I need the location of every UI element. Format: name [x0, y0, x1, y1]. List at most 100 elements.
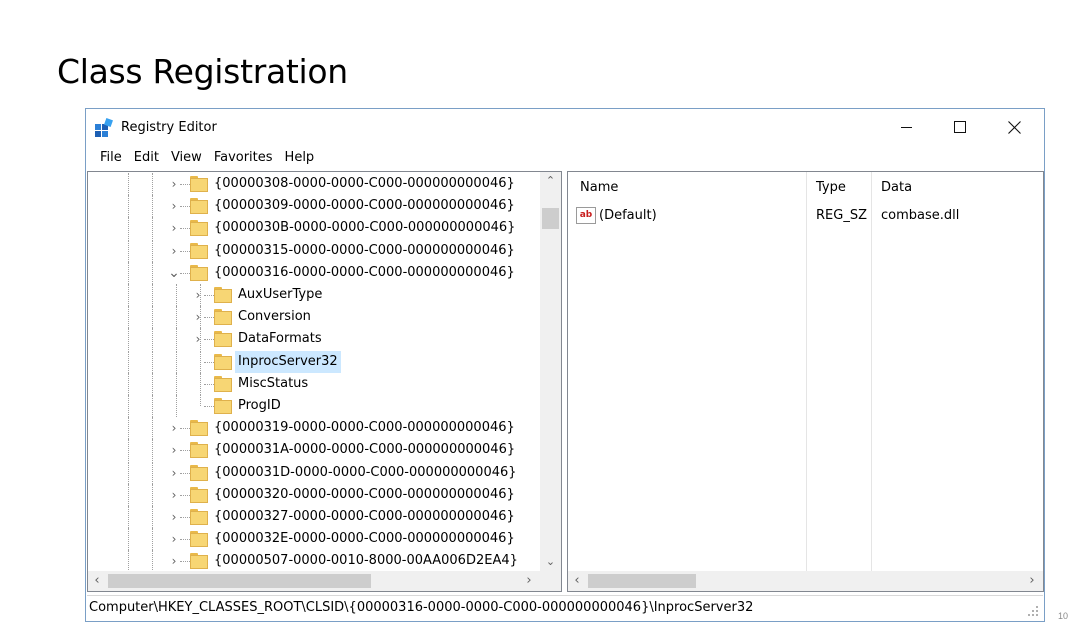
- tree-item-label: ProgID: [238, 398, 281, 413]
- folder-icon: [190, 176, 208, 192]
- menu-view[interactable]: View: [165, 147, 208, 169]
- scroll-left-icon[interactable]: ‹: [568, 571, 586, 591]
- value-name: (Default): [599, 208, 657, 223]
- tree-item[interactable]: › {00000327-0000-0000-C000-000000000046}: [88, 506, 540, 528]
- scroll-corner: [540, 571, 561, 591]
- tree-item-label: AuxUserType: [238, 287, 323, 302]
- tree-item[interactable]: › DataFormats: [88, 328, 540, 351]
- chevron-right-icon[interactable]: ›: [168, 221, 180, 235]
- chevron-right-icon[interactable]: ›: [192, 288, 204, 302]
- folder-icon: [190, 509, 208, 525]
- tree-item[interactable]: › AuxUserType: [88, 284, 540, 306]
- folder-icon: [190, 220, 208, 237]
- chevron-right-icon[interactable]: ›: [192, 332, 204, 346]
- title-bar[interactable]: Registry Editor: [86, 109, 1044, 147]
- column-divider: [871, 172, 872, 571]
- values-horizontal-scrollbar[interactable]: ‹ ›: [568, 571, 1043, 591]
- tree-item[interactable]: InprocServer32: [88, 350, 540, 373]
- tree-item[interactable]: ProgID: [88, 395, 540, 417]
- folder-icon: [190, 442, 208, 459]
- scroll-right-icon[interactable]: ›: [1023, 571, 1041, 591]
- status-bar: Computer\HKEY_CLASSES_ROOT\CLSID\{000003…: [87, 595, 1043, 621]
- close-button[interactable]: [991, 109, 1037, 145]
- tree-item[interactable]: › {0000032E-0000-0000-C000-000000000046}: [88, 528, 540, 551]
- string-value-icon: ab: [576, 207, 596, 224]
- tree-item[interactable]: › {0000031A-0000-0000-C000-000000000046}: [88, 439, 540, 462]
- chevron-right-icon[interactable]: ›: [168, 510, 180, 524]
- column-header-name[interactable]: Name: [580, 180, 618, 200]
- window-title: Registry Editor: [121, 120, 217, 135]
- menu-file[interactable]: File: [94, 147, 128, 169]
- key-tree-pane[interactable]: › {00000308-0000-0000-C000-000000000046} ›…: [87, 171, 562, 592]
- scroll-left-icon[interactable]: ‹: [88, 571, 106, 591]
- values-hscroll-thumb[interactable]: [588, 574, 696, 588]
- tree-item[interactable]: ⌄ {00000316-0000-0000-C000-000000000046}: [88, 261, 540, 284]
- tree-vertical-scrollbar[interactable]: ⌃ ⌄: [540, 172, 561, 571]
- folder-icon: [190, 264, 208, 281]
- registry-editor-window: Registry Editor File Edit View Favorites…: [85, 108, 1045, 622]
- chevron-right-icon[interactable]: ›: [168, 488, 180, 502]
- tree-item-label: {00000319-0000-0000-C000-000000000046}: [214, 420, 515, 436]
- folder-icon: [190, 464, 208, 481]
- tree-item[interactable]: › {00000319-0000-0000-C000-000000000046}: [88, 417, 540, 440]
- value-row[interactable]: ab (Default) REG_SZ combase.dll: [568, 206, 1043, 226]
- tree-item-label: {00000320-0000-0000-C000-000000000046}: [214, 486, 515, 502]
- close-icon: [1007, 120, 1021, 134]
- tree-item-label: InprocServer32: [235, 350, 341, 373]
- chevron-right-icon[interactable]: ›: [168, 244, 180, 258]
- tree-item-label: Conversion: [238, 309, 311, 325]
- tree-item[interactable]: › {00000320-0000-0000-C000-000000000046}: [88, 483, 540, 506]
- folder-icon: [190, 531, 208, 548]
- chevron-right-icon[interactable]: ›: [192, 310, 204, 324]
- maximize-button[interactable]: [937, 109, 983, 145]
- scroll-down-icon[interactable]: ⌄: [540, 553, 561, 570]
- chevron-right-icon[interactable]: ›: [168, 532, 180, 546]
- tree-item-label: MiscStatus: [238, 375, 309, 391]
- chevron-right-icon[interactable]: ›: [168, 177, 180, 191]
- tree-vscroll-thumb[interactable]: [542, 208, 559, 229]
- folder-icon: [214, 375, 232, 392]
- column-header-data[interactable]: Data: [881, 180, 912, 200]
- tree-item-label: {0000031A-0000-0000-C000-000000000046}: [214, 442, 516, 458]
- menu-edit[interactable]: Edit: [128, 147, 165, 169]
- folder-icon: [214, 353, 232, 370]
- tree-item[interactable]: › {00000315-0000-0000-C000-000000000046}: [88, 239, 540, 262]
- tree-item[interactable]: › {00000308-0000-0000-C000-000000000046}: [88, 173, 540, 195]
- chevron-down-icon[interactable]: ⌄: [168, 266, 180, 280]
- resize-grip-icon[interactable]: [1027, 606, 1039, 618]
- tree-item[interactable]: MiscStatus: [88, 372, 540, 395]
- scroll-up-icon[interactable]: ⌃: [540, 172, 561, 189]
- tree-hscroll-thumb[interactable]: [108, 574, 371, 588]
- column-header-type[interactable]: Type: [816, 180, 846, 200]
- menu-help[interactable]: Help: [279, 147, 321, 169]
- chevron-right-icon[interactable]: ›: [168, 199, 180, 213]
- folder-icon: [190, 242, 208, 259]
- folder-icon: [190, 198, 208, 215]
- tree-item-label: {00000507-0000-0010-8000-00AA006D2EA4}: [214, 553, 518, 569]
- folder-icon: [190, 486, 208, 503]
- tree-item-label: {0000031D-0000-0000-C000-000000000046}: [214, 464, 517, 480]
- tree-item[interactable]: › Conversion: [88, 306, 540, 329]
- menu-favorites[interactable]: Favorites: [208, 147, 279, 169]
- chevron-right-icon[interactable]: ›: [168, 554, 180, 568]
- chevron-right-icon[interactable]: ›: [168, 443, 180, 457]
- tree-item[interactable]: › {00000309-0000-0000-C000-000000000046}: [88, 195, 540, 218]
- registry-editor-icon[interactable]: [95, 118, 113, 137]
- current-key-path[interactable]: Computer\HKEY_CLASSES_ROOT\CLSID\{000003…: [89, 600, 753, 615]
- minimize-button[interactable]: [883, 109, 929, 145]
- tree-horizontal-scrollbar[interactable]: ‹ ›: [88, 571, 540, 591]
- chevron-right-icon[interactable]: ›: [168, 421, 180, 435]
- slide-number: 10: [1058, 611, 1069, 621]
- tree-item-label: {00000309-0000-0000-C000-000000000046}: [214, 198, 515, 214]
- folder-icon: [214, 287, 232, 303]
- tree-item[interactable]: › {0000031D-0000-0000-C000-000000000046}: [88, 461, 540, 484]
- slide-title: Class Registration: [57, 52, 348, 91]
- value-type: REG_SZ: [816, 208, 867, 223]
- scroll-right-icon[interactable]: ›: [520, 571, 538, 591]
- values-pane[interactable]: Name Type Data ab (Default) REG_SZ comba…: [567, 171, 1044, 592]
- chevron-right-icon[interactable]: ›: [168, 466, 180, 480]
- tree-item[interactable]: › {0000030B-0000-0000-C000-000000000046}: [88, 217, 540, 240]
- tree-item[interactable]: › {00000507-0000-0010-8000-00AA006D2EA4}: [88, 550, 540, 573]
- value-data: combase.dll: [881, 208, 960, 223]
- tree-item-label: {0000030B-0000-0000-C000-000000000046}: [214, 220, 516, 236]
